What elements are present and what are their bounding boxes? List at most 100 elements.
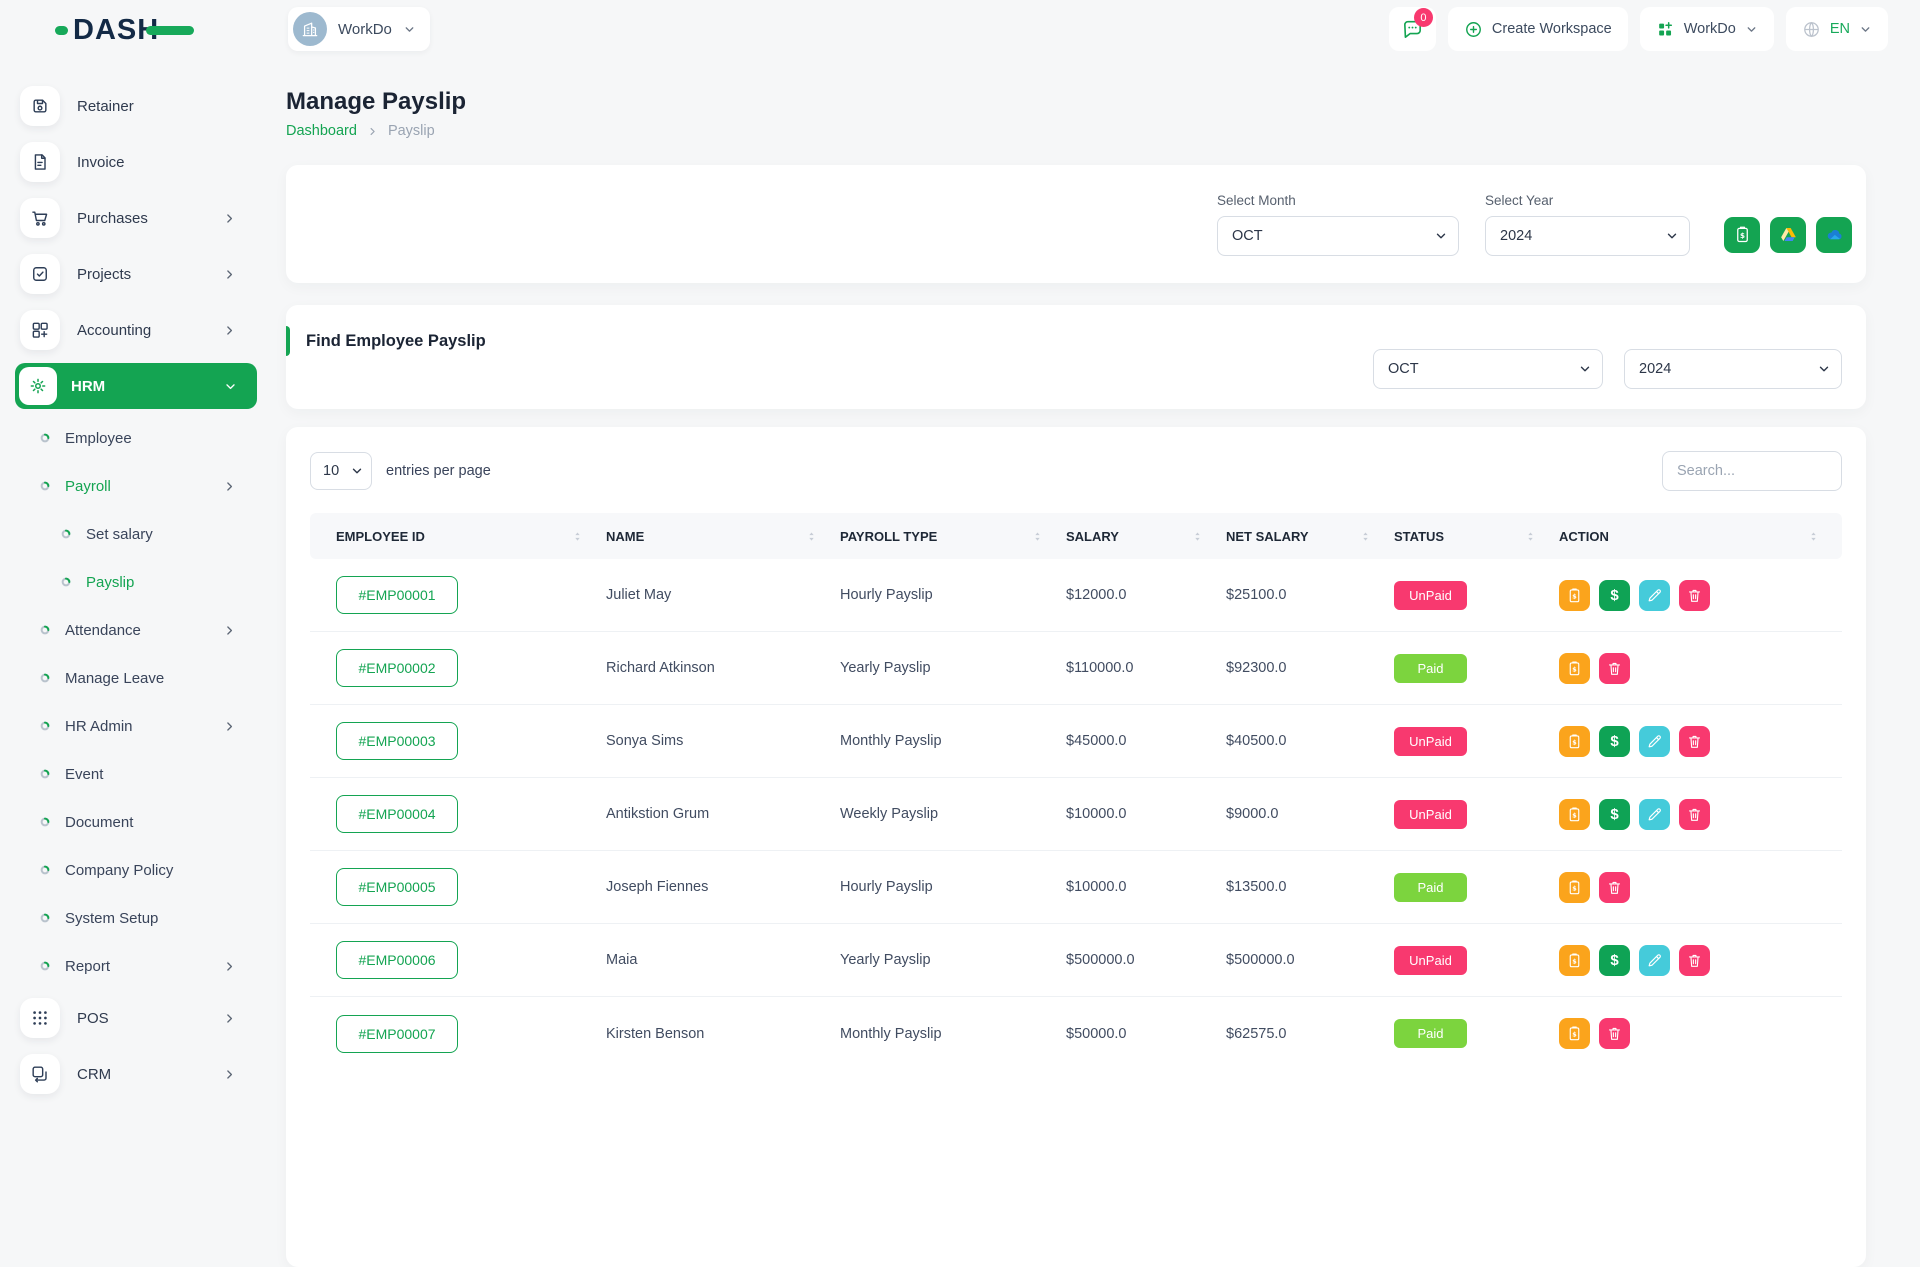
language-button[interactable]: EN (1786, 7, 1888, 51)
sidebar-item-hrm[interactable]: HRM (15, 363, 257, 409)
sidebar-item-pos[interactable]: POS (15, 990, 262, 1046)
payslip-button[interactable]: $ (1559, 799, 1590, 830)
bullet-icon (40, 865, 50, 875)
sidebar-item-employee[interactable]: Employee (15, 414, 262, 462)
save-icon (20, 86, 60, 126)
column-header-salary[interactable]: SALARY (1066, 529, 1226, 544)
employee-id-badge[interactable]: #EMP00002 (336, 649, 458, 687)
status-cell: UnPaid (1394, 727, 1559, 756)
breadcrumb-dashboard-link[interactable]: Dashboard (286, 123, 357, 139)
sidebar-item-attendance[interactable]: Attendance (15, 606, 262, 654)
pay-button[interactable]: $ (1599, 726, 1630, 757)
sidebar-item-report[interactable]: Report (15, 942, 262, 990)
sidebar-item-projects[interactable]: Projects (15, 246, 262, 302)
payslip-button[interactable]: $ (1559, 1018, 1590, 1049)
pay-button[interactable]: $ (1599, 799, 1630, 830)
find-month-select-wrapper: OCT (1373, 349, 1603, 389)
chevron-right-icon (223, 212, 236, 225)
receipt-icon: $ (1566, 952, 1583, 969)
pay-button[interactable]: $ (1599, 945, 1630, 976)
sidebar-item-manage-leave[interactable]: Manage Leave (15, 654, 262, 702)
sidebar-item-purchases[interactable]: Purchases (15, 190, 262, 246)
create-workspace-button[interactable]: Create Workspace (1448, 7, 1628, 51)
chevron-right-icon (223, 1068, 236, 1081)
delete-button[interactable] (1599, 1018, 1630, 1049)
payslip-button[interactable]: $ (1559, 653, 1590, 684)
app-switcher-button[interactable]: WorkDo (1640, 7, 1774, 51)
year-select-wrapper: 2024 (1485, 216, 1690, 256)
column-header-action[interactable]: ACTION (1559, 529, 1842, 544)
payslip-button[interactable]: $ (1559, 726, 1590, 757)
column-header-status[interactable]: STATUS (1394, 529, 1559, 544)
sidebar-item-retainer[interactable]: Retainer (15, 78, 262, 134)
sidebar-item-payroll[interactable]: Payroll (15, 462, 262, 510)
dollar-icon: $ (1610, 952, 1618, 969)
sidebar-item-accounting[interactable]: Accounting (15, 302, 262, 358)
sidebar-item-system-setup[interactable]: System Setup (15, 894, 262, 942)
employee-id-badge[interactable]: #EMP00003 (336, 722, 458, 760)
delete-button[interactable] (1679, 726, 1710, 757)
column-label: EMPLOYEE ID (336, 529, 425, 544)
column-header-name[interactable]: NAME (606, 529, 840, 544)
chevron-right-icon (223, 624, 236, 637)
bulk-payslip-button[interactable]: $ (1724, 217, 1760, 253)
edit-button[interactable] (1639, 945, 1670, 976)
sort-icon[interactable] (1524, 530, 1537, 543)
employee-id-badge[interactable]: #EMP00005 (336, 868, 458, 906)
payslip-button[interactable]: $ (1559, 872, 1590, 903)
sort-icon[interactable] (571, 530, 584, 543)
chevron-right-icon (223, 720, 236, 733)
edit-button[interactable] (1639, 799, 1670, 830)
sidebar-item-company-policy[interactable]: Company Policy (15, 846, 262, 894)
page-size-select[interactable]: 10 (310, 452, 372, 490)
year-select[interactable]: 2024 (1485, 216, 1690, 256)
find-employee-payslip-card: Find Employee Payslip OCT 2024 (286, 305, 1866, 409)
google-drive-export-button[interactable] (1770, 217, 1806, 253)
sidebar-item-event[interactable]: Event (15, 750, 262, 798)
receipt-icon: $ (1566, 1025, 1583, 1042)
edit-button[interactable] (1639, 580, 1670, 611)
delete-button[interactable] (1679, 945, 1710, 976)
pay-button[interactable]: $ (1599, 580, 1630, 611)
employee-id-badge[interactable]: #EMP00007 (336, 1015, 458, 1053)
find-month-select[interactable]: OCT (1373, 349, 1603, 389)
payslip-button[interactable]: $ (1559, 945, 1590, 976)
column-header-employee-id[interactable]: EMPLOYEE ID (336, 529, 606, 544)
net-salary-cell: $13500.0 (1226, 879, 1394, 895)
delete-button[interactable] (1599, 653, 1630, 684)
employee-id-badge[interactable]: #EMP00004 (336, 795, 458, 833)
edit-button[interactable] (1639, 726, 1670, 757)
svg-text:$: $ (1572, 1030, 1576, 1038)
delete-button[interactable] (1679, 580, 1710, 611)
sidebar-item-payslip[interactable]: Payslip (15, 558, 262, 606)
sort-icon[interactable] (1031, 530, 1044, 543)
employee-id-badge[interactable]: #EMP00001 (336, 576, 458, 614)
sort-icon[interactable] (1359, 530, 1372, 543)
column-header-net-salary[interactable]: NET SALARY (1226, 529, 1394, 544)
workspace-switcher[interactable]: WorkDo (288, 7, 430, 51)
sidebar-item-set-salary[interactable]: Set salary (15, 510, 262, 558)
find-year-select[interactable]: 2024 (1624, 349, 1842, 389)
bullet-icon (40, 913, 50, 923)
salary-cell: $45000.0 (1066, 733, 1226, 749)
sidebar-item-document[interactable]: Document (15, 798, 262, 846)
sort-icon[interactable] (805, 530, 818, 543)
payslip-button[interactable]: $ (1559, 580, 1590, 611)
search-input[interactable] (1662, 451, 1842, 491)
sort-icon[interactable] (1191, 530, 1204, 543)
sidebar-item-crm[interactable]: CRM (15, 1046, 262, 1102)
sort-icon[interactable] (1807, 530, 1820, 543)
payslip-filter-card: Select Month OCT Select Year 2024 $ (286, 165, 1866, 283)
sidebar-item-invoice[interactable]: Invoice (15, 134, 262, 190)
delete-button[interactable] (1599, 872, 1630, 903)
month-select[interactable]: OCT (1217, 216, 1459, 256)
column-header-payroll-type[interactable]: PAYROLL TYPE (840, 529, 1066, 544)
delete-button[interactable] (1679, 799, 1710, 830)
onedrive-export-button[interactable] (1816, 217, 1852, 253)
sidebar-item-hr-admin[interactable]: HR Admin (15, 702, 262, 750)
chevron-down-icon (403, 23, 416, 36)
messages-button[interactable]: 0 (1389, 7, 1436, 51)
select-month-group: Select Month OCT (1217, 193, 1459, 256)
column-label: NAME (606, 529, 644, 544)
employee-id-badge[interactable]: #EMP00006 (336, 941, 458, 979)
